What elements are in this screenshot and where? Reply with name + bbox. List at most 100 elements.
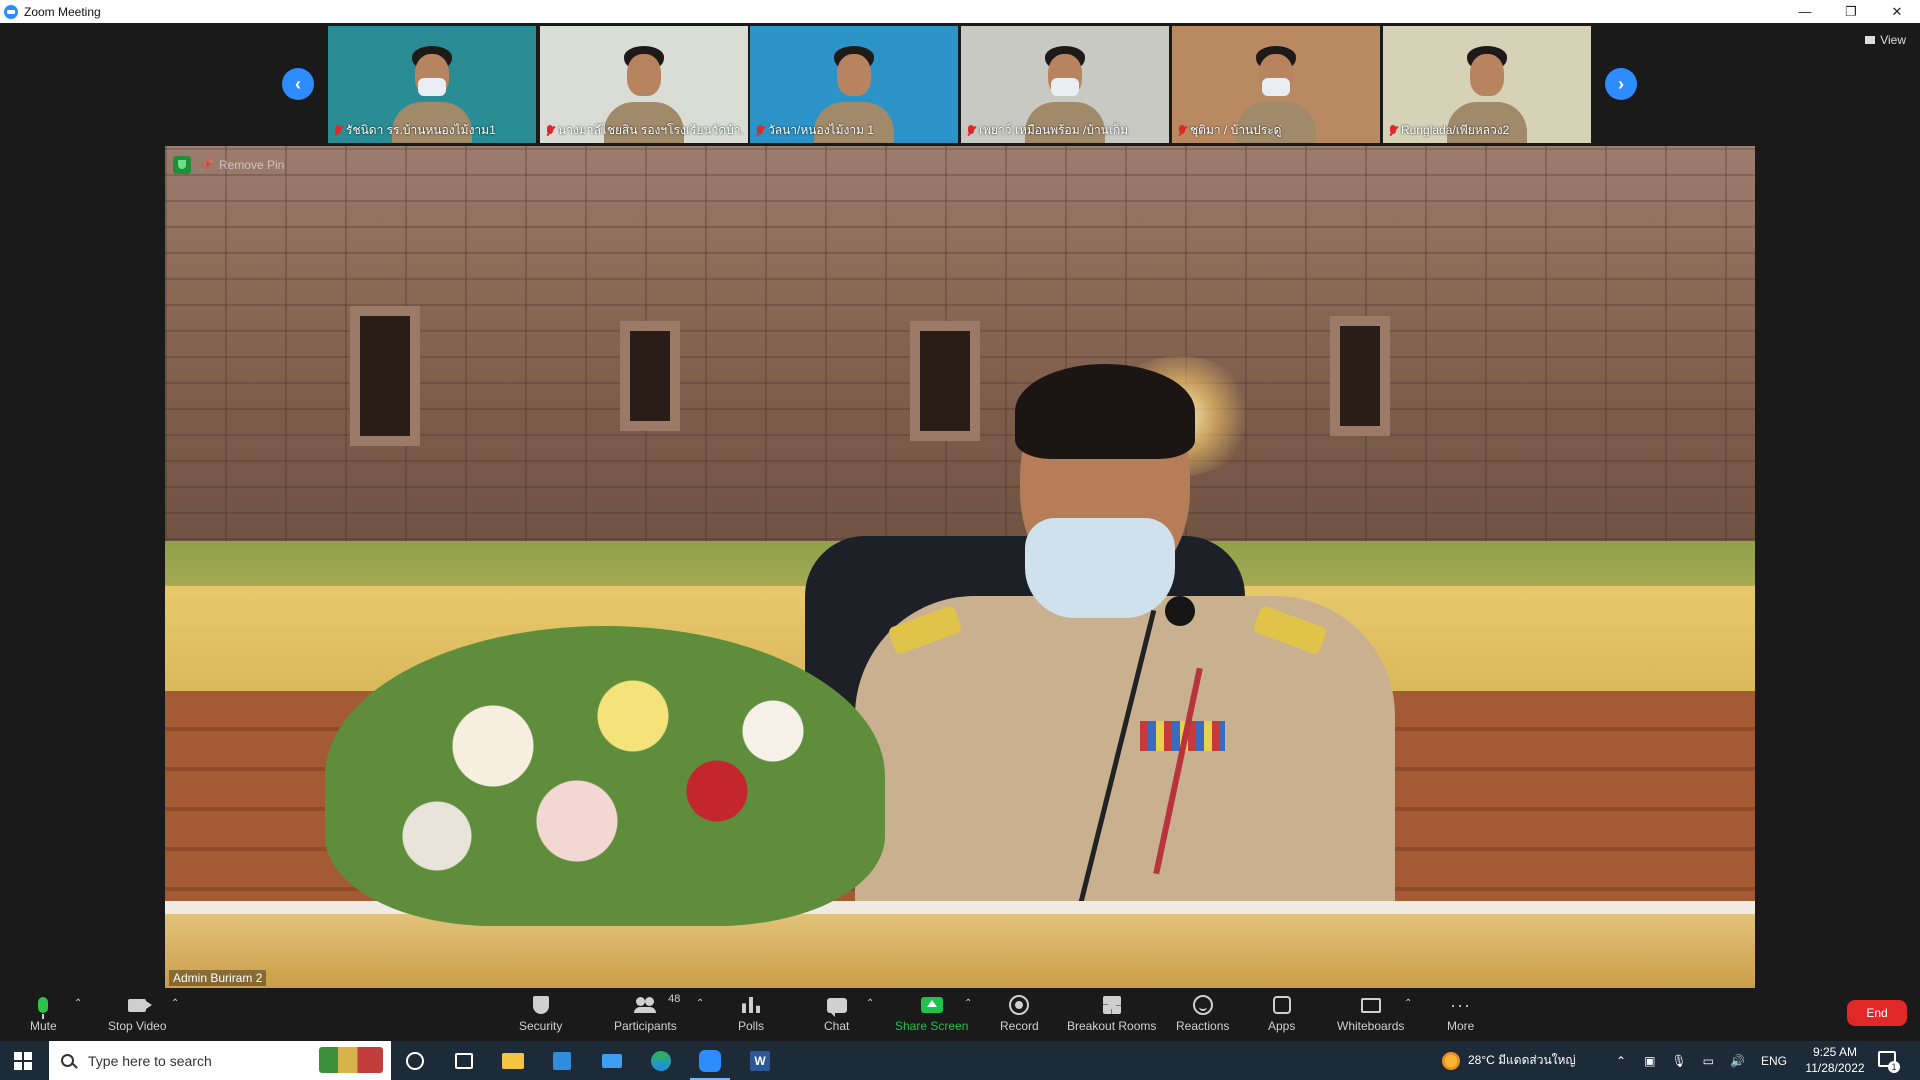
mic-muted-icon [967, 124, 975, 137]
temple-door [350, 306, 420, 446]
audio-options-caret-icon[interactable]: ⌃ [74, 998, 82, 1009]
task-view-button[interactable] [452, 1049, 476, 1073]
breakout-rooms-icon [1102, 996, 1121, 1014]
next-page-button[interactable]: › [1605, 68, 1637, 100]
show-hidden-icons-icon[interactable]: ⌃ [1616, 1054, 1626, 1068]
mic-muted-icon [334, 124, 342, 137]
system-clock[interactable]: 9:25 AM 11/28/2022 [1800, 1044, 1870, 1076]
mic-muted-icon [1389, 124, 1397, 137]
participant-tile[interactable]: เพยาว์ เหมือนพร้อม /บ้านเก็ม [961, 26, 1169, 143]
title-bar: Zoom Meeting — ❐ ✕ [0, 0, 1920, 23]
polls-button[interactable]: Polls [738, 993, 764, 1033]
participant-tile[interactable]: ชุติมา / บ้านประดู่ [1172, 26, 1380, 143]
volume-icon[interactable]: 🔊 [1730, 1054, 1745, 1068]
participant-tile[interactable]: รัชนิดา รร.บ้านหนองไม้งาม1 [328, 26, 536, 143]
meet-now-icon[interactable]: ▣ [1644, 1054, 1655, 1068]
microphone-icon [1165, 596, 1195, 626]
more-label: More [1447, 1019, 1475, 1033]
mic-muted-icon [1178, 124, 1186, 137]
participant-name: รัชนิดา รร.บ้านหนองไม้งาม1 [346, 123, 496, 137]
whiteboards-options-caret-icon[interactable]: ⌃ [1404, 998, 1412, 1009]
zoom-icon [699, 1050, 721, 1072]
windows-taskbar: Type here to search W 28°C มีแดดส่วนใหญ่… [0, 1041, 1920, 1080]
pin-controls: 📌 Remove Pin [173, 154, 284, 176]
share-screen-label: Share Screen [895, 1019, 969, 1033]
remove-pin-label: Remove Pin [218, 158, 285, 172]
file-explorer-button[interactable] [501, 1049, 525, 1073]
camera-icon [128, 998, 153, 1012]
edge-icon [651, 1051, 671, 1071]
participant-tile[interactable]: นางมาลีไชยสิน รองฯโรงเรียนวัดบ้า... [540, 26, 748, 143]
share-screen-button[interactable]: Share Screen [895, 993, 968, 1033]
window-title: Zoom Meeting [24, 4, 101, 19]
reactions-button[interactable]: Reactions [1176, 993, 1229, 1033]
participant-name: เพยาว์ เหมือนพร้อม /บ้านเก็ม [979, 123, 1129, 137]
participants-button[interactable]: 48 Participants [614, 993, 680, 1033]
breakout-rooms-label: Breakout Rooms [1067, 1019, 1157, 1033]
taskbar-search[interactable]: Type here to search [49, 1041, 391, 1080]
participant-tile[interactable]: วัลนา/หนองไม้งาม 1 [750, 26, 958, 143]
participant-name-tag: รัชนิดา รร.บ้านหนองไม้งาม1 [334, 121, 532, 140]
store-icon [553, 1052, 571, 1070]
chat-label: Chat [824, 1019, 850, 1033]
encryption-shield-icon[interactable] [173, 156, 191, 174]
record-button[interactable]: Record [1000, 993, 1039, 1033]
microphone-icon [38, 997, 49, 1019]
breakout-rooms-button[interactable]: Breakout Rooms [1067, 993, 1156, 1033]
participant-name-tag: Runglada/เพียหลวง2 [1389, 121, 1587, 140]
edge-button[interactable] [649, 1049, 673, 1073]
participant-tile[interactable]: Runglada/เพียหลวง2 [1383, 26, 1591, 143]
speaker-hair [1015, 364, 1195, 459]
minimize-button[interactable]: — [1782, 0, 1828, 23]
view-label: View [1880, 33, 1906, 47]
chat-button[interactable]: Chat [824, 993, 849, 1033]
task-view-icon [455, 1053, 473, 1069]
participants-label: Participants [614, 1019, 677, 1033]
desk-front [165, 914, 1755, 988]
zoom-taskbar-button[interactable] [690, 1049, 730, 1080]
search-highlight-image [319, 1047, 383, 1073]
temple-door [620, 321, 680, 431]
reactions-icon [1192, 995, 1213, 1015]
whiteboards-button[interactable]: Whiteboards [1337, 993, 1404, 1033]
word-icon: W [750, 1051, 770, 1071]
flower-arrangement [325, 626, 885, 926]
weather-text: 28°C มีแดดส่วนใหญ่ [1468, 1053, 1576, 1067]
store-button[interactable] [550, 1049, 574, 1073]
thumbnail-strip: ‹ › View รัชนิดา รร.บ้านหนองไม้งาม1 นางม… [0, 23, 1920, 145]
search-icon [61, 1054, 74, 1067]
end-meeting-button[interactable]: End [1847, 1000, 1907, 1026]
participant-name: ชุติมา / บ้านประดู่ [1190, 123, 1282, 137]
close-button[interactable]: ✕ [1874, 0, 1920, 23]
mute-label: Mute [30, 1019, 57, 1033]
share-options-caret-icon[interactable]: ⌃ [964, 998, 972, 1009]
cortana-button[interactable] [403, 1049, 427, 1073]
polls-label: Polls [738, 1019, 765, 1033]
polls-icon [742, 997, 760, 1013]
mail-button[interactable] [600, 1049, 624, 1073]
participants-options-caret-icon[interactable]: ⌃ [696, 998, 704, 1009]
stop-video-button[interactable]: Stop Video [108, 993, 167, 1033]
chat-options-caret-icon[interactable]: ⌃ [866, 998, 874, 1009]
mute-button[interactable]: Mute [30, 993, 57, 1033]
participant-name-tag: วัลนา/หนองไม้งาม 1 [756, 121, 954, 140]
security-button[interactable]: Security [519, 993, 562, 1033]
word-button[interactable]: W [748, 1049, 772, 1073]
whiteboard-icon [1360, 997, 1381, 1013]
more-button[interactable]: ··· More [1447, 993, 1474, 1033]
weather-widget[interactable]: 28°C มีแดดส่วนใหญ่ [1442, 1041, 1576, 1080]
mic-muted-icon [546, 124, 554, 137]
apps-button[interactable]: Apps [1268, 993, 1295, 1033]
network-icon[interactable]: ▭ [1703, 1054, 1714, 1068]
restore-button[interactable]: ❐ [1828, 0, 1874, 23]
windows-start-icon[interactable] [14, 1052, 32, 1070]
microphone-tray-icon[interactable]: 🎙 [1671, 1054, 1686, 1068]
view-icon [1865, 36, 1876, 44]
video-options-caret-icon[interactable]: ⌃ [171, 998, 179, 1009]
main-video[interactable]: 📌 Remove Pin Admin Buriram 2 [165, 146, 1755, 988]
remove-pin-button[interactable]: 📌 Remove Pin [199, 158, 284, 172]
view-button[interactable]: View [1865, 33, 1906, 47]
language-indicator[interactable]: ENG [1761, 1054, 1787, 1068]
participant-name: นางมาลีไชยสิน รองฯโรงเรียนวัดบ้า... [558, 123, 744, 137]
previous-page-button[interactable]: ‹ [282, 68, 314, 100]
